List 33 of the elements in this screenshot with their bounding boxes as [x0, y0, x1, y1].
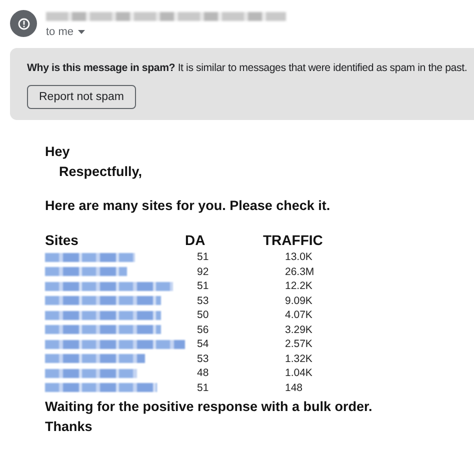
signoff-text: Thanks	[45, 418, 94, 436]
traffic-cell: 1.32K	[285, 352, 312, 365]
recipient-label: to me	[46, 26, 74, 38]
traffic-cell: 2.57K	[285, 338, 312, 350]
traffic-cell: 148	[285, 382, 303, 394]
salutation-text: Respectfully,	[59, 164, 142, 179]
da-cell: 56	[197, 324, 209, 336]
da-cell: 53	[197, 352, 209, 365]
greeting-text: Hey	[45, 143, 71, 161]
column-header: TRAFFIC	[263, 232, 323, 248]
traffic-cell: 26.3M	[285, 266, 314, 278]
traffic-cell: 13.0K	[285, 251, 312, 264]
traffic-cell: 9.09K	[285, 294, 312, 307]
traffic-cell: 4.07K	[285, 309, 312, 322]
spam-explanation: Why is this message in spam? It is similar to messages that were identified as spam in the past.	[27, 62, 468, 74]
column-header: Sites	[45, 232, 78, 248]
traffic-cell: 12.2K	[285, 280, 312, 292]
exclamation-icon	[18, 18, 30, 30]
da-cell: 50	[197, 309, 209, 322]
da-cell: 51	[197, 251, 209, 264]
closing-text: Waiting for the positive response with a bulk order.	[45, 398, 374, 416]
report-not-spam-button[interactable]: Report not spam	[27, 85, 136, 109]
da-cell: 51	[197, 280, 209, 292]
da-cell: 48	[197, 367, 209, 380]
column-header: DA	[185, 232, 206, 248]
da-cell: 54	[197, 338, 209, 350]
dropdown-caret-icon[interactable]	[78, 30, 85, 34]
traffic-cell: 1.04K	[285, 367, 312, 380]
da-cell: 53	[197, 294, 209, 307]
intro-text: Here are many sites for you. Please check it.	[45, 197, 332, 215]
da-cell: 92	[197, 266, 209, 278]
traffic-cell: 3.29K	[285, 324, 312, 336]
da-cell: 51	[197, 382, 209, 394]
